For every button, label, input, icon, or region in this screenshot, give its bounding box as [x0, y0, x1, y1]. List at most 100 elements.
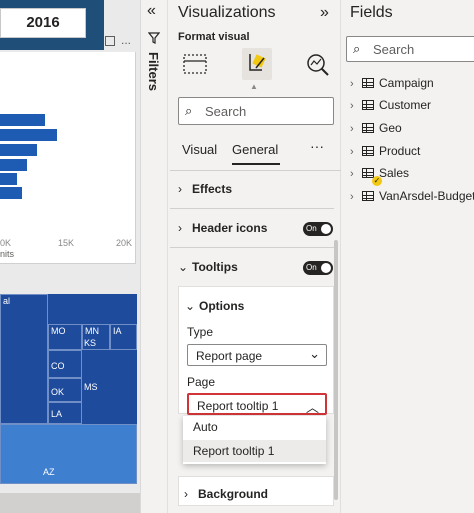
- x-tick-label: 0K: [0, 238, 12, 248]
- field-table-product[interactable]: › Product: [350, 144, 420, 164]
- options-card: ⌄ Options Type Report page ⌄ Page Report …: [178, 286, 334, 415]
- table-icon: [362, 78, 374, 88]
- chevron-right-icon: ›: [350, 191, 354, 203]
- treemap-tile[interactable]: KS: [82, 334, 110, 366]
- divider: [170, 208, 334, 209]
- expand-filters-icon[interactable]: «: [147, 2, 156, 20]
- chevron-right-icon: ›: [178, 221, 182, 235]
- treemap[interactable]: al MO MN IA CO KS OK MS LA AZ: [0, 294, 137, 484]
- type-value: Report page: [196, 349, 263, 363]
- fields-pane: Fields ⌕ Search › Campaign › Customer › Geo…: [342, 0, 474, 513]
- search-placeholder: Search: [373, 42, 415, 57]
- divider: [170, 170, 341, 171]
- options-header[interactable]: ⌄ Options: [185, 299, 244, 313]
- treemap-tile[interactable]: LA: [48, 402, 82, 424]
- chevron-down-icon: ⌄: [309, 346, 320, 361]
- table-icon: [362, 168, 374, 178]
- field-table-campaign[interactable]: › Campaign: [350, 76, 434, 96]
- table-icon: [362, 100, 374, 110]
- collapse-visualizations-icon[interactable]: »: [320, 4, 329, 22]
- field-table-label: Product: [379, 144, 421, 158]
- canvas-scrollbar[interactable]: [0, 493, 140, 513]
- x-tick-label: 20K: [116, 238, 133, 248]
- background-section[interactable]: › Background: [184, 487, 268, 501]
- build-visual-icon[interactable]: [182, 52, 208, 76]
- bar-chart[interactable]: 0K 15K 20K nits: [0, 52, 136, 264]
- year-slicer[interactable]: 2016: [0, 8, 86, 38]
- fields-search-input[interactable]: ⌕ Search: [346, 36, 474, 62]
- treemap-tile[interactable]: MS: [82, 366, 110, 396]
- format-search-input[interactable]: ⌕ Search: [178, 97, 334, 125]
- dropdown-option-selected[interactable]: Report tooltip 1: [183, 440, 326, 462]
- chevron-right-icon: ›: [350, 78, 354, 90]
- more-options-button[interactable]: ...: [115, 34, 137, 48]
- treemap-tile[interactable]: MO: [48, 324, 82, 350]
- treemap-tile[interactable]: CO: [48, 350, 82, 378]
- treemap-tile[interactable]: OK: [48, 378, 82, 402]
- checkmark-icon: ✓: [372, 176, 382, 186]
- chart-bar[interactable]: [0, 144, 37, 156]
- filter-icon: [147, 32, 161, 47]
- active-tab-indicator: [232, 163, 280, 165]
- tooltips-toggle[interactable]: On: [303, 261, 333, 275]
- header-icons-section[interactable]: › Header icons: [178, 221, 267, 235]
- table-icon: [362, 123, 374, 133]
- header-icons-label: Header icons: [192, 221, 268, 235]
- background-label: Background: [198, 487, 269, 501]
- visualizations-title: Visualizations: [178, 4, 276, 21]
- selected-indicator-icon: ▲: [250, 82, 258, 91]
- chart-bar[interactable]: [0, 159, 27, 171]
- type-dropdown[interactable]: Report page ⌄: [187, 344, 327, 366]
- chart-bar[interactable]: [0, 114, 45, 126]
- page-dropdown[interactable]: Report tooltip 1 ︿: [187, 393, 327, 415]
- format-visual-icon[interactable]: [242, 48, 272, 80]
- filters-pane-collapsed[interactable]: « Filters: [140, 0, 168, 513]
- type-label: Type: [187, 325, 214, 339]
- search-icon: ⌕: [353, 41, 361, 56]
- options-label: Options: [199, 299, 245, 313]
- page-value: Report tooltip 1: [197, 399, 279, 413]
- chevron-down-icon: ⌄: [178, 260, 189, 274]
- chevron-right-icon: ›: [350, 146, 354, 158]
- chart-bar[interactable]: [0, 173, 17, 185]
- dropdown-option[interactable]: Auto: [183, 416, 326, 438]
- x-tick-label: 15K: [58, 238, 75, 248]
- page-label: Page: [187, 375, 216, 389]
- effects-section[interactable]: › Effects: [178, 182, 232, 196]
- chevron-right-icon: ›: [350, 168, 354, 180]
- search-placeholder: Search: [205, 104, 247, 119]
- analytics-icon[interactable]: [305, 52, 331, 76]
- field-table-label: VanArsdel-Budget: [379, 189, 474, 203]
- page-dropdown-list: Auto Report tooltip 1: [183, 416, 326, 464]
- treemap-tile[interactable]: IA: [110, 324, 137, 350]
- table-icon: [362, 191, 374, 201]
- filters-label[interactable]: Filters: [146, 52, 161, 91]
- fields-title: Fields: [350, 4, 393, 21]
- tooltips-section[interactable]: ⌄ Tooltips: [178, 260, 238, 274]
- effects-label: Effects: [192, 182, 233, 196]
- chevron-down-icon: ⌄: [185, 299, 196, 313]
- format-visual-label: Format visual: [178, 31, 250, 43]
- treemap-tile[interactable]: AZ: [0, 424, 137, 484]
- table-icon: [362, 146, 374, 156]
- more-options-icon[interactable]: ···: [310, 138, 324, 154]
- chevron-right-icon: ›: [350, 100, 354, 112]
- header-icons-toggle[interactable]: On: [303, 222, 333, 236]
- field-table-geo[interactable]: › Geo: [350, 121, 402, 141]
- field-table-customer[interactable]: › Customer: [350, 98, 431, 118]
- chevron-right-icon: ›: [178, 182, 182, 196]
- search-icon: ⌕: [185, 103, 193, 118]
- focus-mode-icon[interactable]: [105, 36, 115, 46]
- chart-bar[interactable]: [0, 129, 57, 141]
- divider: [170, 247, 334, 248]
- x-axis-label: nits: [0, 249, 15, 259]
- tab-general[interactable]: General: [232, 142, 278, 157]
- field-table-vanarsdel-budget[interactable]: › VanArsdel-Budget: [350, 189, 474, 209]
- field-table-label: Customer: [379, 98, 432, 112]
- pane-scrollbar[interactable]: [334, 240, 338, 500]
- tab-visual[interactable]: Visual: [182, 142, 217, 157]
- treemap-tile[interactable]: al: [0, 294, 48, 424]
- report-canvas: 2016 ... 0K 15K 20K nits al MO MN IA CO …: [0, 0, 140, 513]
- field-table-label: Campaign: [379, 76, 434, 90]
- chart-bar[interactable]: [0, 187, 22, 199]
